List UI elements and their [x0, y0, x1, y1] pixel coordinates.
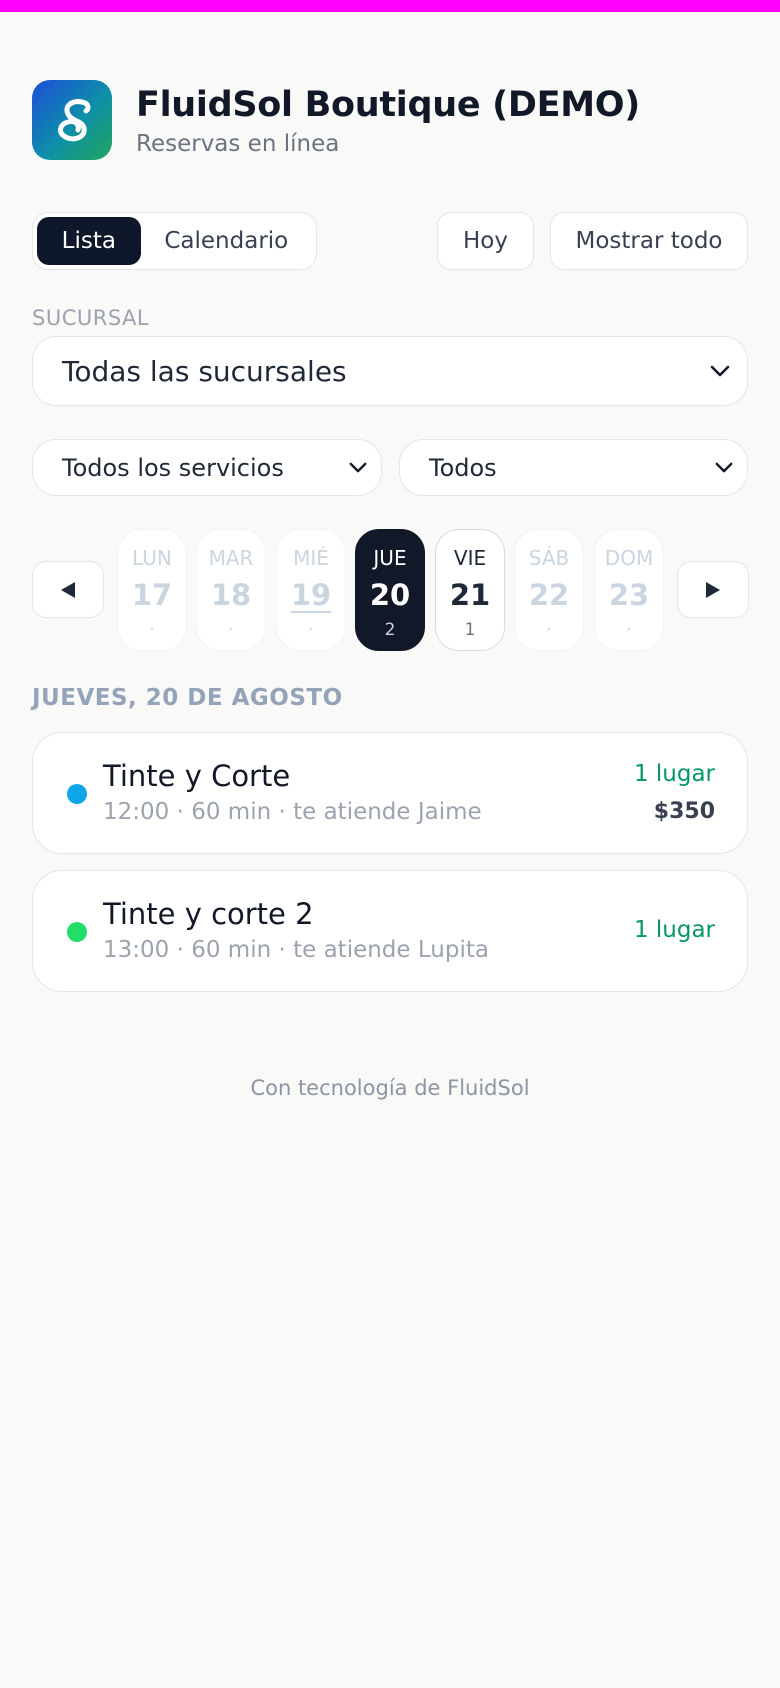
tab-calendario[interactable]: Calendario [141, 217, 312, 265]
staff-select[interactable]: Todos [399, 439, 748, 496]
slot-price: $350 [653, 799, 715, 824]
show-all-button[interactable]: Mostrar todo [550, 212, 748, 270]
day-sun: DOM 23 · [594, 529, 664, 651]
slot-card[interactable]: Tinte y corte 2 13:00 · 60 min · te atie… [32, 870, 748, 992]
chevron-down-icon [705, 356, 735, 386]
branch-select[interactable]: Todas las sucursales [32, 336, 748, 406]
tab-lista[interactable]: Lista [37, 217, 141, 265]
slot-card[interactable]: Tinte y Corte 12:00 · 60 min · te atiend… [32, 732, 748, 854]
spots-available: 1 lugar [633, 761, 715, 787]
branch-label: SUCURSAL [32, 306, 150, 330]
day-tue: MAR 18 · [196, 529, 266, 651]
service-name: Tinte y Corte [103, 759, 291, 793]
spots-available: 1 lugar [633, 917, 715, 943]
service-name: Tinte y corte 2 [103, 897, 314, 931]
service-color-dot [67, 922, 87, 942]
branch-select-value: Todas las sucursales [62, 354, 347, 388]
day-fri[interactable]: VIE 21 1 [435, 529, 505, 651]
app-title: FluidSol Boutique (DEMO) [136, 85, 640, 125]
triangle-left-icon [61, 581, 75, 598]
slot-details: 12:00 · 60 min · te atiende Jaime [103, 799, 482, 825]
app-subtitle: Reservas en línea [136, 131, 340, 157]
powered-by-footer: Con tecnología de FluidSol [250, 1076, 530, 1100]
today-button[interactable]: Hoy [437, 212, 534, 270]
app-logo [32, 80, 112, 160]
view-toggle: Lista Calendario [32, 212, 317, 270]
triangle-right-icon [706, 581, 720, 598]
day-thu-selected[interactable]: JUE 20 2 [355, 529, 425, 651]
app-header: FluidSol Boutique (DEMO) Reservas en lín… [32, 80, 640, 160]
service-color-dot [67, 784, 87, 804]
staff-select-value: Todos [429, 453, 497, 482]
slot-details: 13:00 · 60 min · te atiende Lupita [103, 937, 489, 963]
day-sat: SÁB 22 · [514, 529, 584, 651]
day-mon: LUN 17 · [117, 529, 187, 651]
infinity-loop-icon [58, 99, 91, 142]
top-accent-bar [0, 0, 780, 12]
day-wed: MIÉ 19 · [276, 529, 346, 651]
service-select-value: Todos los servicios [62, 453, 284, 482]
next-week-button[interactable] [677, 561, 749, 618]
date-heading: JUEVES, 20 DE AGOSTO [32, 685, 343, 711]
service-select[interactable]: Todos los servicios [32, 439, 382, 496]
chevron-down-icon [343, 453, 373, 483]
prev-week-button[interactable] [32, 561, 104, 618]
chevron-down-icon [709, 453, 739, 483]
